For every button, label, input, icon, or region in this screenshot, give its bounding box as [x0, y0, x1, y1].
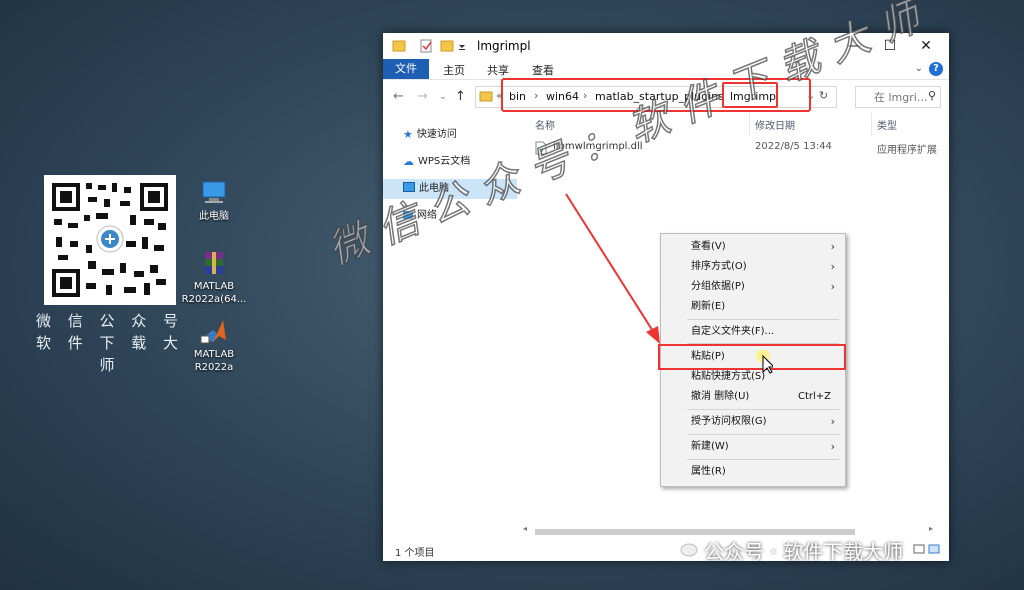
- scrollbar-thumb[interactable]: [535, 529, 855, 535]
- recent-locations-chevron-icon[interactable]: ⌄: [439, 92, 447, 102]
- tab-view[interactable]: 查看: [532, 62, 554, 78]
- scroll-right-icon[interactable]: ▸: [929, 524, 933, 533]
- up-arrow-icon[interactable]: ↑: [455, 89, 466, 104]
- star-icon: ★: [403, 128, 413, 141]
- qr-code: [44, 175, 176, 305]
- wechat-logo-icon: [672, 538, 698, 558]
- desktop-icon-matlab-archive[interactable]: MATLAB R2022a(64...: [179, 250, 249, 306]
- submenu-chevron-icon: ›: [830, 240, 835, 253]
- quick-access-toolbar-icons[interactable]: [391, 39, 471, 53]
- menu-item-refresh[interactable]: 刷新(E): [661, 297, 845, 317]
- desktop-icon-label: 此电脑: [199, 211, 229, 222]
- menu-separator: [687, 409, 839, 410]
- ribbon-expand-chevron-icon[interactable]: ⌄: [915, 63, 923, 74]
- folder-icon: [479, 91, 493, 102]
- file-modified: 2022/8/5 13:44: [755, 141, 832, 152]
- scroll-left-icon[interactable]: ◂: [523, 524, 527, 533]
- submenu-chevron-icon: ›: [830, 440, 835, 453]
- menu-item-give-access[interactable]: 授予访问权限(G) ›: [661, 412, 845, 432]
- desktop-icon-label: MATLAB R2022a: [193, 349, 235, 373]
- desktop-icon-this-pc[interactable]: 此电脑: [179, 180, 249, 223]
- column-divider[interactable]: [871, 113, 872, 135]
- tab-share[interactable]: 共享: [487, 62, 509, 78]
- file-type: 应用程序扩展: [877, 145, 937, 156]
- forward-arrow-icon[interactable]: →: [417, 89, 428, 104]
- menu-shortcut: Ctrl+Z: [797, 391, 831, 402]
- tab-file[interactable]: 文件: [383, 59, 429, 79]
- menu-item-paste-shortcut[interactable]: 粘贴快捷方式(S): [661, 367, 845, 387]
- column-header-type[interactable]: 类型: [877, 117, 897, 132]
- computer-icon: [199, 180, 229, 206]
- menu-separator: [687, 434, 839, 435]
- submenu-chevron-icon: ›: [830, 280, 835, 293]
- menu-item-new[interactable]: 新建(W) ›: [661, 437, 845, 457]
- mouse-cursor-icon: [756, 350, 773, 374]
- menu-item-undo-delete[interactable]: 撤消 删除(U) Ctrl+Z: [661, 387, 845, 407]
- nav-quick-access[interactable]: ★ 快速访问: [403, 125, 457, 145]
- winrar-archive-icon: [199, 250, 229, 276]
- search-box[interactable]: ⚲: [855, 86, 941, 108]
- annotation-paste-highlight: [658, 344, 846, 370]
- submenu-chevron-icon: ›: [830, 415, 835, 428]
- qr-caption-line-2: 软 件 下 载 大 师: [35, 334, 185, 374]
- qr-caption: 微 信 公 众 号 软 件 下 载 大 师: [30, 310, 190, 376]
- menu-item-view[interactable]: 查看(V) ›: [661, 237, 845, 257]
- refresh-icon[interactable]: ↻: [819, 89, 828, 102]
- search-input[interactable]: [872, 90, 934, 105]
- window-title: lmgrimpl: [477, 39, 531, 53]
- annotation-arrow-icon: [565, 193, 660, 344]
- menu-item-customize-folder[interactable]: 自定义文件夹(F)...: [661, 322, 845, 342]
- menu-item-sort-by[interactable]: 排序方式(O) ›: [661, 257, 845, 277]
- nav-label: 快速访问: [416, 129, 457, 140]
- desktop-icon-label: MATLAB R2022a(64...: [181, 281, 247, 305]
- view-mode-icons[interactable]: [913, 543, 943, 555]
- desktop-icon-matlab[interactable]: MATLAB R2022a: [179, 318, 249, 374]
- help-icon[interactable]: ?: [929, 62, 943, 76]
- watermark-bottom: 公众号 · 软件下载大师: [704, 540, 904, 564]
- menu-item-group-by[interactable]: 分组依据(P) ›: [661, 277, 845, 297]
- submenu-chevron-icon: ›: [830, 260, 835, 273]
- search-icon[interactable]: ⚲: [928, 89, 936, 102]
- tab-home[interactable]: 主页: [443, 62, 465, 78]
- menu-item-properties[interactable]: 属性(R): [661, 462, 845, 482]
- menu-separator: [687, 319, 839, 320]
- status-item-count: 1 个项目: [395, 548, 435, 559]
- column-header-date[interactable]: 修改日期: [755, 117, 795, 132]
- menu-separator: [687, 459, 839, 460]
- back-arrow-icon[interactable]: ←: [393, 89, 404, 104]
- qr-caption-line-1: 微 信 公 众 号: [35, 312, 185, 330]
- cloud-icon: ☁: [403, 155, 414, 168]
- matlab-icon: [199, 318, 229, 344]
- column-divider[interactable]: [749, 113, 750, 135]
